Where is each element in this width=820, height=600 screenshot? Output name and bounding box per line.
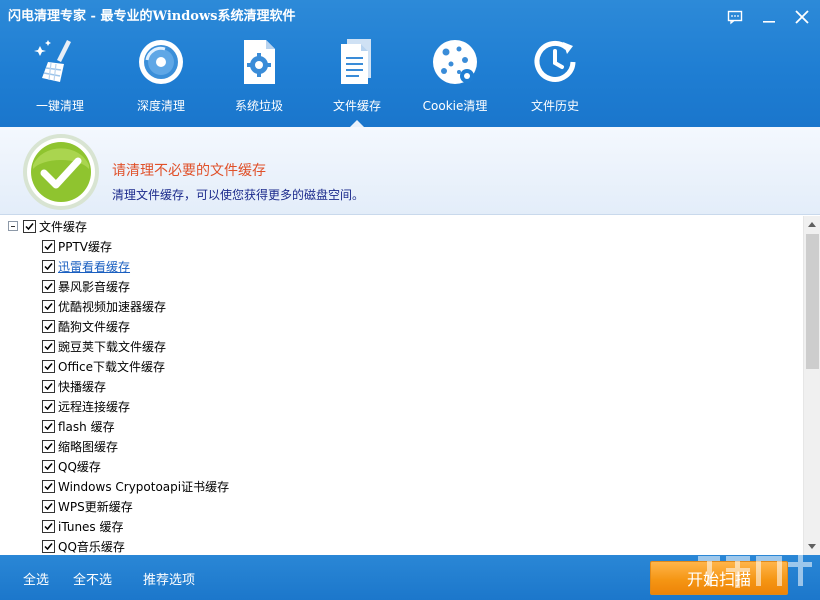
tree-item[interactable]: iTunes 缓存	[42, 516, 124, 536]
main-nav: 一键清理 深度清理 系统垃圾 文件缓存 Cookie清理 文件历史	[0, 30, 820, 127]
item-checkbox[interactable]	[42, 379, 55, 393]
clock-history-icon	[529, 36, 581, 88]
item-checkbox[interactable]	[42, 539, 55, 553]
tree-item[interactable]: Office下载文件缓存	[42, 356, 165, 376]
tree-item[interactable]: Windows Crypotoapi证书缓存	[42, 476, 229, 496]
window-title: 闪电清理专家 - 最专业的Windows系统清理软件	[8, 9, 296, 24]
close-icon[interactable]	[791, 6, 813, 28]
tree-root: 文件缓存	[8, 216, 87, 236]
tree-item[interactable]: 优酷视频加速器缓存	[42, 296, 166, 316]
tree-item[interactable]: PPTV缓存	[42, 236, 112, 256]
start-scan-button[interactable]: 开始扫描	[650, 561, 788, 595]
banner-subtitle: 清理文件缓存，可以使您获得更多的磁盘空间。	[112, 188, 365, 202]
tree-item[interactable]: 缩略图缓存	[42, 436, 118, 456]
item-checkbox[interactable]	[42, 479, 55, 493]
item-checkbox[interactable]	[42, 499, 55, 513]
nav-file-cache[interactable]: 文件缓存	[309, 30, 405, 127]
tree-item-label: Office下载文件缓存	[58, 359, 166, 374]
nav-cookie-clean[interactable]: Cookie清理	[407, 30, 503, 127]
tree-item-label: 缩略图缓存	[58, 439, 119, 454]
tree-item[interactable]: 酷狗文件缓存	[42, 316, 130, 336]
item-checkbox[interactable]	[42, 259, 55, 273]
nav-label: 文件历史	[530, 99, 579, 113]
nav-label: 一键清理	[35, 99, 84, 113]
tree-item-label: iTunes 缓存	[58, 519, 124, 534]
item-checkbox[interactable]	[42, 279, 55, 293]
item-checkbox[interactable]	[42, 359, 55, 373]
tree-item[interactable]: 迅雷看看缓存	[42, 256, 130, 276]
tree-item[interactable]: WPS更新缓存	[42, 496, 133, 516]
tree-item-label: flash 缓存	[58, 419, 115, 434]
cache-tree: 文件缓存 PPTV缓存迅雷看看缓存 暴风影音缓存优酷视频加速器缓存 酷狗文件缓存豌豆…	[0, 216, 803, 555]
tree-item[interactable]: 快播缓存	[42, 376, 106, 396]
tree-item-label: PPTV缓存	[58, 239, 113, 254]
item-checkbox[interactable]	[42, 339, 55, 353]
tree-item-label: 迅雷看看缓存	[58, 259, 131, 274]
nav-label: Cookie清理	[422, 99, 488, 113]
scroll-up-icon[interactable]	[804, 216, 820, 233]
tree-item[interactable]: flash 缓存	[42, 416, 115, 436]
nav-label: 文件缓存	[332, 99, 381, 113]
gear-document-icon	[233, 36, 285, 88]
item-checkbox[interactable]	[42, 419, 55, 433]
footer-bar: 全选 全不选 推荐选项 开始扫描	[0, 555, 820, 600]
tree-item-label: 豌豆荚下载文件缓存	[58, 339, 167, 354]
check-circle-icon	[23, 134, 99, 210]
broom-icon	[34, 36, 86, 88]
cookie-icon	[429, 36, 481, 88]
item-checkbox[interactable]	[42, 439, 55, 453]
item-checkbox[interactable]	[42, 239, 55, 253]
tree-item-label: 优酷视频加速器缓存	[58, 299, 167, 314]
root-checkbox[interactable]	[23, 219, 36, 233]
minimize-icon[interactable]	[758, 6, 780, 28]
tree-item-label: 快播缓存	[58, 379, 107, 394]
nav-label: 深度清理	[136, 99, 185, 113]
tree-item[interactable]: 远程连接缓存	[42, 396, 130, 416]
header: 闪电清理专家 - 最专业的Windows系统清理软件 一键清理 深度清理 系统垃…	[0, 0, 820, 127]
nav-file-history[interactable]: 文件历史	[507, 30, 603, 127]
tree-item-label: 暴风影音缓存	[58, 279, 131, 294]
nav-system-junk[interactable]: 系统垃圾	[211, 30, 307, 127]
recommended-options-link[interactable]: 推荐选项	[143, 569, 195, 588]
nav-deep-clean[interactable]: 深度清理	[113, 30, 209, 127]
tree-scrollbar[interactable]	[803, 216, 820, 555]
tree-item[interactable]: 豌豆荚下载文件缓存	[42, 336, 166, 356]
nav-label: 系统垃圾	[234, 99, 283, 113]
item-checkbox[interactable]	[42, 299, 55, 313]
app-window: 闪电清理专家 - 最专业的Windows系统清理软件 一键清理 深度清理 系统垃…	[0, 0, 820, 600]
tree-item-label: WPS更新缓存	[58, 499, 133, 514]
tree-item-label: Windows Crypotoapi证书缓存	[58, 479, 230, 494]
banner-title: 请清理不必要的文件缓存	[112, 163, 266, 179]
nav-one-click-clean[interactable]: 一键清理	[12, 30, 108, 127]
tree-root-label: 文件缓存	[39, 219, 88, 234]
item-checkbox[interactable]	[42, 459, 55, 473]
tree-item-label: 酷狗文件缓存	[58, 319, 131, 334]
select-none-link[interactable]: 全不选	[73, 569, 112, 588]
tree-item-label: 远程连接缓存	[58, 399, 131, 414]
collapse-toggle[interactable]	[8, 221, 18, 231]
select-all-link[interactable]: 全选	[23, 569, 49, 588]
disk-icon	[135, 36, 187, 88]
item-checkbox[interactable]	[42, 519, 55, 533]
tree-item[interactable]: QQ缓存	[42, 456, 101, 476]
scroll-thumb[interactable]	[806, 234, 819, 369]
tree-item[interactable]: QQ音乐缓存	[42, 536, 125, 555]
document-stack-icon	[331, 36, 383, 88]
item-checkbox[interactable]	[42, 319, 55, 333]
item-checkbox[interactable]	[42, 399, 55, 413]
info-banner: 请清理不必要的文件缓存 清理文件缓存，可以使您获得更多的磁盘空间。	[0, 127, 820, 215]
tree-item-label: QQ音乐缓存	[58, 539, 125, 554]
scroll-down-icon[interactable]	[804, 538, 820, 555]
tree-item-label: QQ缓存	[58, 459, 101, 474]
feedback-icon[interactable]	[724, 6, 746, 28]
tree-item[interactable]: 暴风影音缓存	[42, 276, 130, 296]
